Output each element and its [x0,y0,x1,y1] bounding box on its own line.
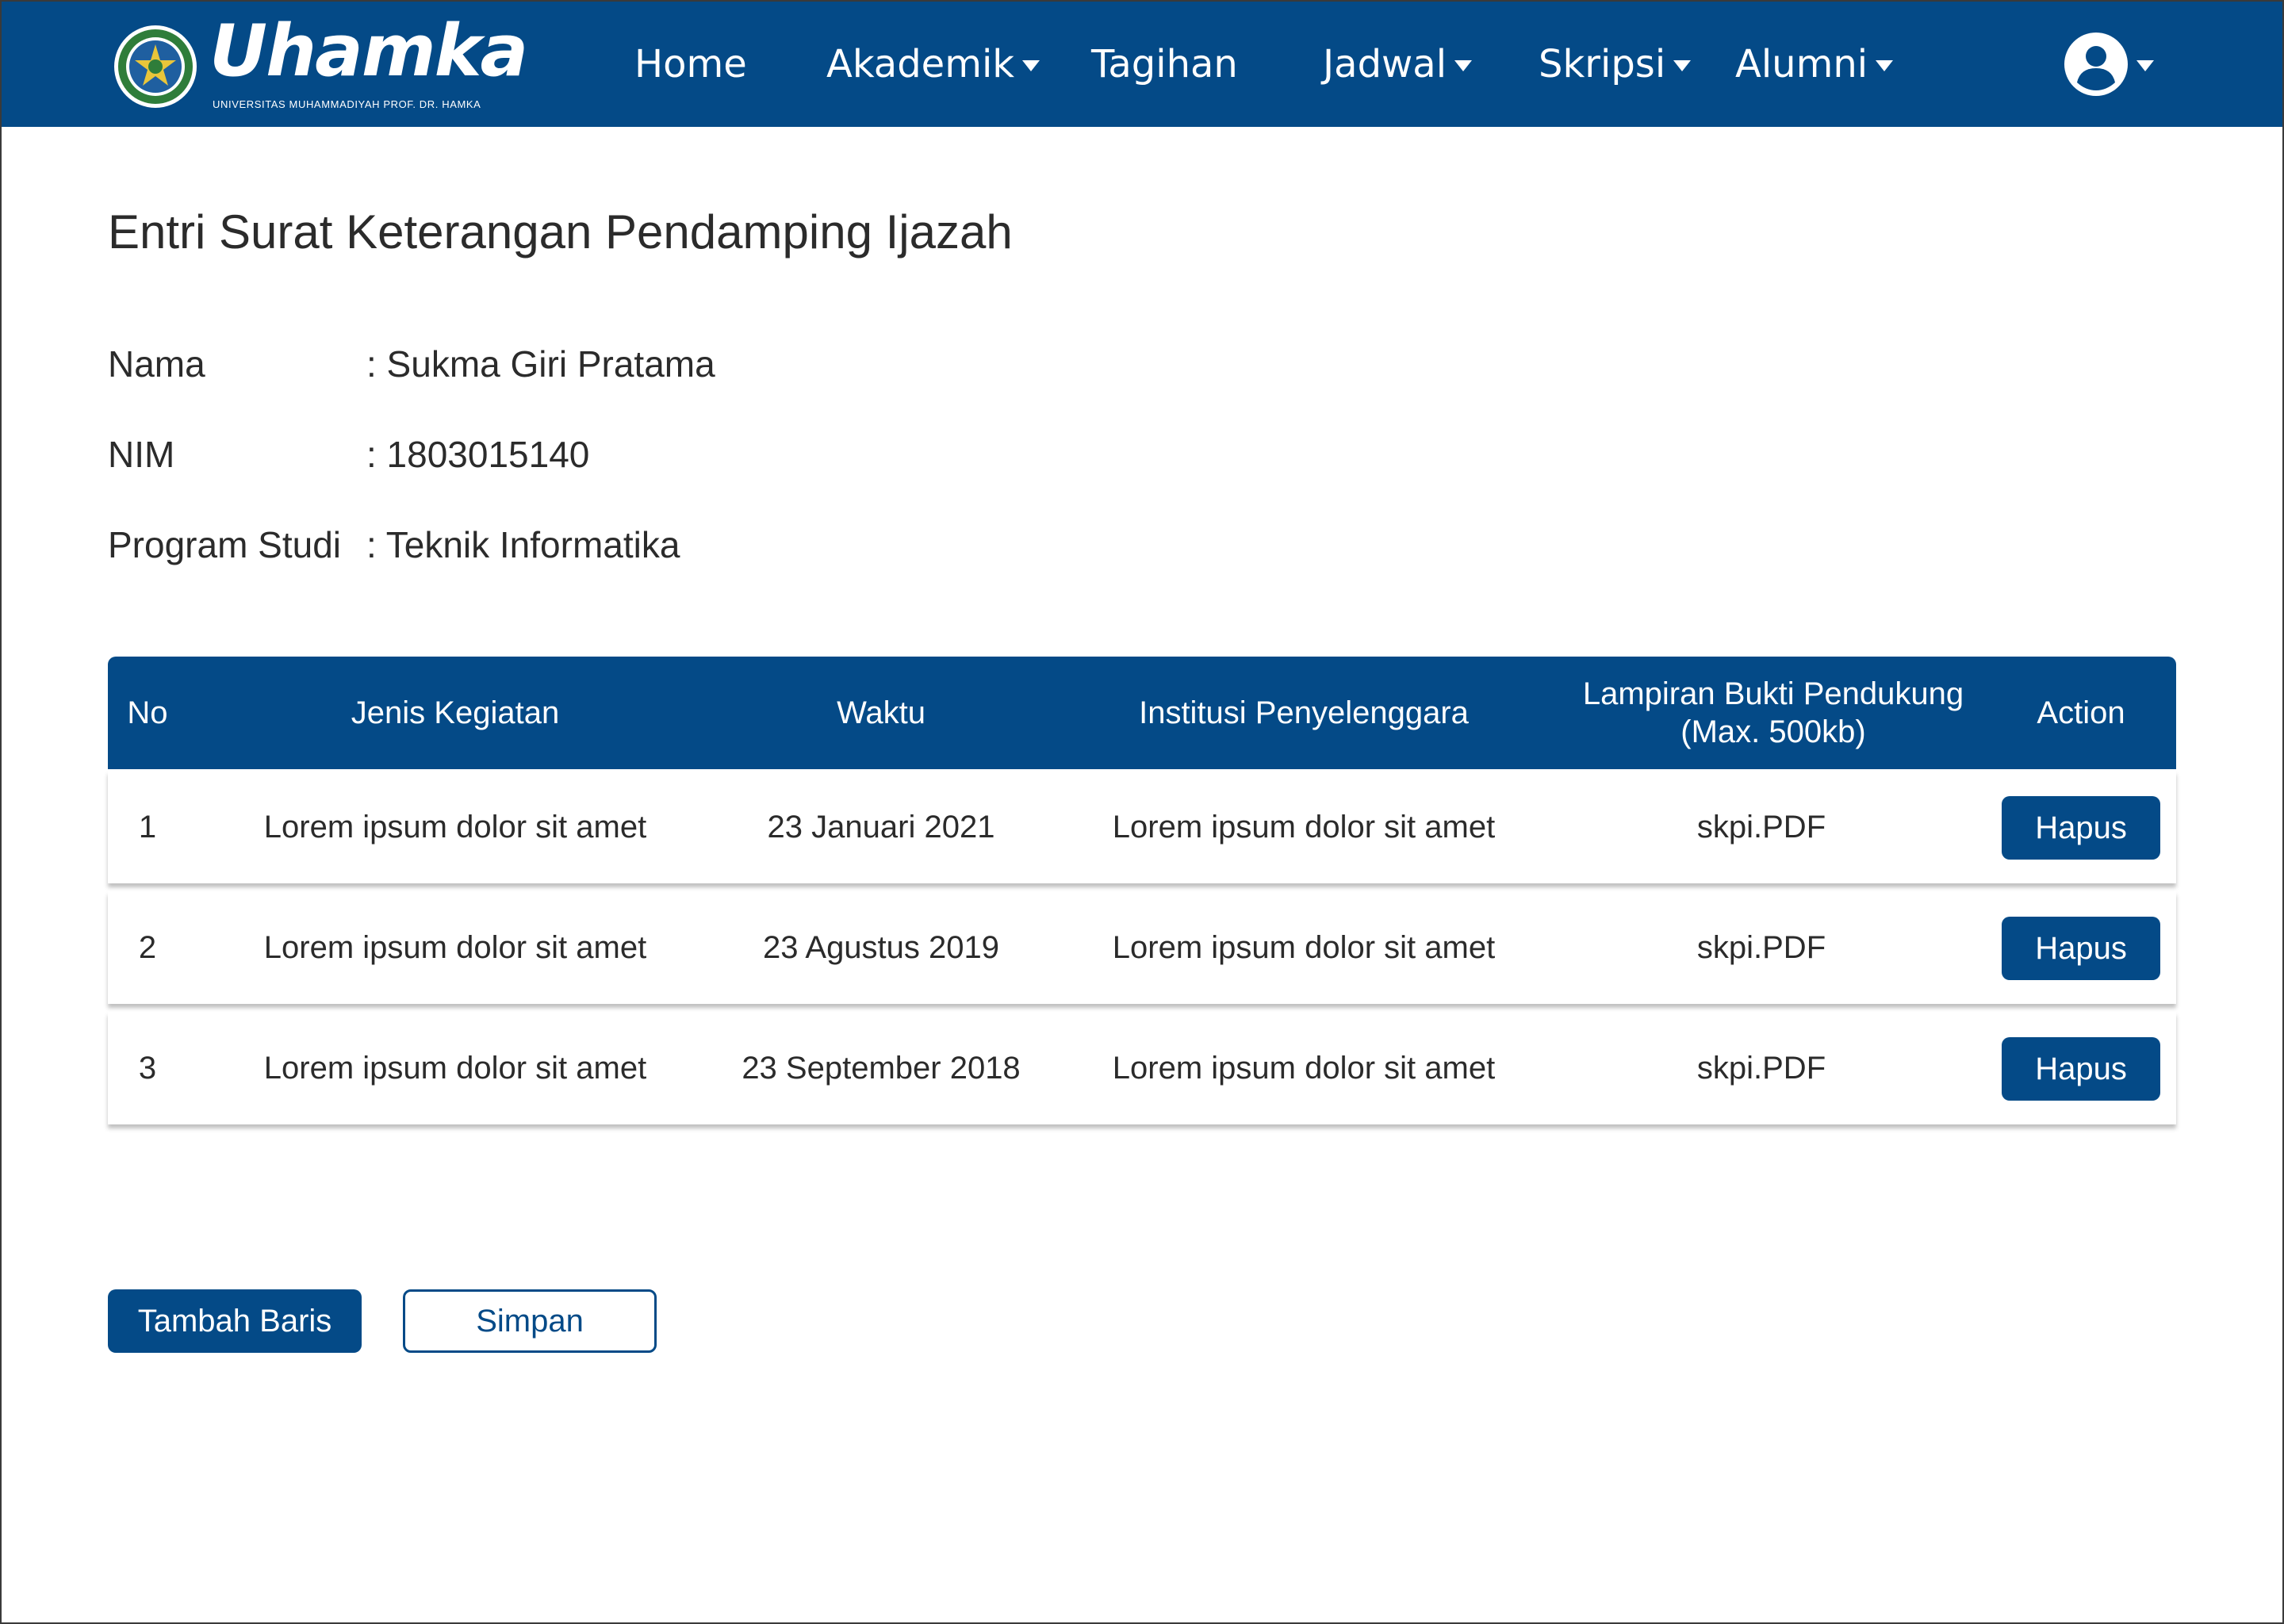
nim-value: : 1803015140 [366,434,590,475]
cell-lampiran[interactable]: skpi.PDF [1535,1012,1987,1124]
nav-alumni-label: Alumni [1735,42,1868,86]
nav-jadwal[interactable]: Jadwal [1323,38,1473,90]
cell-institusi: Lorem ipsum dolor sit amet [1112,929,1496,965]
nav-akademik[interactable]: Akademik [826,38,1040,90]
nav-jadwal-label: Jadwal [1323,42,1447,86]
cell-waktu: 23 Januari 2021 [767,809,995,845]
brand-subtitle: UNIVERSITAS MUHAMMADIYAH PROF. DR. HAMKA [213,98,481,110]
nav-tagihan[interactable]: Tagihan [1091,38,1238,90]
caret-down-icon [1022,60,1040,71]
cell-no: 1 [138,809,157,845]
nim-label: NIM [108,434,175,475]
save-button[interactable]: Simpan [403,1289,657,1353]
header-waktu: Waktu [837,695,925,730]
nav-skripsi[interactable]: Skripsi [1539,38,1692,90]
program-label: Program Studi [108,524,342,565]
name-label: Nama [108,343,205,385]
cell-institusi: Lorem ipsum dolor sit amet [1112,1050,1496,1086]
cell-lampiran[interactable]: skpi.PDF [1535,771,1987,883]
cell-jenis-kegiatan: Lorem ipsum dolor sit amet [263,1050,647,1086]
cell-no: 2 [138,929,157,965]
user-menu[interactable] [2064,32,2154,97]
nav-home-label: Home [634,42,747,86]
cell-institusi: Lorem ipsum dolor sit amet [1112,809,1496,845]
cell-waktu: 23 Agustus 2019 [762,929,1000,965]
nav-skripsi-label: Skripsi [1539,42,1666,86]
program-value: : Teknik Informatika [366,524,680,565]
caret-down-icon [2136,60,2154,71]
top-navbar: Uhamka UNIVERSITAS MUHAMMADIYAH PROF. DR… [2,2,2282,127]
header-lampiran: Lampiran Bukti Pendukung (Max. 500kb) [1535,657,2011,769]
nav-akademik-label: Akademik [826,42,1015,86]
cell-jenis-kegiatan: Lorem ipsum dolor sit amet [263,929,647,965]
university-emblem-icon [114,25,197,108]
delete-row-button[interactable]: Hapus [2002,917,2160,980]
cell-lampiran[interactable]: skpi.PDF [1535,891,1987,1004]
nav-tagihan-label: Tagihan [1091,42,1238,86]
cell-no: 3 [138,1050,157,1086]
caret-down-icon [1454,60,1473,71]
nav-alumni[interactable]: Alumni [1735,38,1894,90]
delete-row-button[interactable]: Hapus [2002,1037,2160,1101]
delete-row-button[interactable]: Hapus [2002,796,2160,860]
table-header: No Jenis Kegiatan Waktu Institusi Penyel… [108,657,2176,769]
table-row: 1 Lorem ipsum dolor sit amet 23 Januari … [108,771,2176,883]
nav-home[interactable]: Home [634,38,747,90]
header-jenis-kegiatan: Jenis Kegiatan [351,695,560,730]
page-title: Entri Surat Keterangan Pendamping Ijazah [108,205,1013,259]
header-no: No [127,695,168,730]
caret-down-icon [1673,60,1692,71]
header-institusi: Institusi Penyelenggara [1139,695,1469,730]
name-value: : Sukma Giri Pratama [366,343,715,385]
add-row-button[interactable]: Tambah Baris [108,1289,362,1353]
brand-logo[interactable]: Uhamka UNIVERSITAS MUHAMMADIYAH PROF. DR… [113,16,528,114]
header-lampiran-title: Lampiran Bukti Pendukung [1582,676,1964,711]
header-lampiran-note: (Max. 500kb) [1680,714,1866,749]
brand-name: Uhamka [209,10,528,93]
caret-down-icon [1876,60,1894,71]
user-circle-icon [2064,33,2128,96]
cell-jenis-kegiatan: Lorem ipsum dolor sit amet [263,809,647,845]
table-row: 3 Lorem ipsum dolor sit amet 23 Septembe… [108,1012,2176,1124]
table-row: 2 Lorem ipsum dolor sit amet 23 Agustus … [108,891,2176,1004]
header-action: Action [2037,695,2125,730]
cell-waktu: 23 September 2018 [742,1050,1021,1086]
